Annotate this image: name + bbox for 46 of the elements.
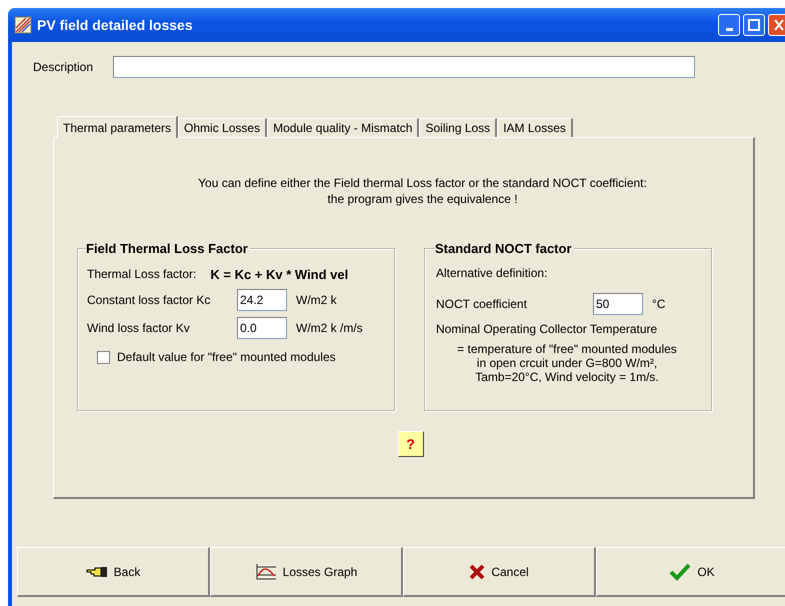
pointing-hand-icon	[86, 564, 108, 578]
back-button[interactable]: Back	[17, 547, 210, 597]
info-text: You can define either the Field thermal Loss factor or the standard NOCT coefficient:	[198, 175, 647, 191]
description-field[interactable]	[113, 56, 695, 78]
ok-button[interactable]: OK	[596, 547, 785, 597]
minimize-button[interactable]	[718, 14, 740, 36]
group-title: Field Thermal Loss Factor	[86, 241, 250, 256]
subtitle-text: Alternative definition:	[436, 266, 548, 280]
info-text: the program gives the equivalence !	[327, 191, 518, 207]
window-title: PV field detailed losses	[37, 17, 194, 33]
description-label: Description	[32, 60, 94, 74]
number-field[interactable]: 24.2	[237, 289, 287, 311]
unit-label: W/m2 k	[296, 293, 337, 307]
number-field[interactable]: 50	[593, 293, 643, 315]
field-label: NOCT coefficient	[436, 297, 528, 311]
maximize-button[interactable]	[743, 14, 765, 36]
cancel-button[interactable]: Cancel	[403, 547, 596, 597]
tab[interactable]: Thermal parameters	[57, 116, 178, 138]
unit-label: °C	[652, 297, 666, 311]
close-icon	[774, 19, 784, 31]
field-label: Constant loss factor Kc	[87, 293, 212, 307]
group-title: Standard NOCT factor	[435, 241, 574, 256]
app-icon	[14, 16, 32, 34]
check-mark-icon	[669, 562, 692, 580]
checkbox-label: Default value for "free" mounted modules	[117, 350, 336, 364]
note-text: = temperature of "free" mounted modules	[457, 342, 677, 356]
minimize-icon	[726, 28, 732, 30]
field-label: Wind loss factor Kv	[87, 321, 191, 335]
note-text: Tamb=20°C, Wind velocity = 1m/s.	[475, 370, 659, 384]
formula-label: Thermal Loss factor:	[87, 267, 196, 282]
checkbox[interactable]	[97, 350, 110, 364]
tab[interactable]: Module quality - Mismatch	[267, 118, 420, 137]
x-mark-icon	[469, 564, 486, 580]
tab[interactable]: Soiling Loss	[419, 118, 498, 137]
formula-text: K = Kc + Kv * Wind vel	[210, 267, 348, 282]
chart-icon	[254, 562, 277, 580]
maximize-icon	[748, 19, 760, 31]
tab[interactable]: IAM Losses	[497, 118, 573, 137]
caption-text: Nominal Operating Collector Temperature	[436, 322, 658, 336]
graph-button[interactable]: Losses Graph	[210, 547, 403, 597]
note-text: in open crcuit under G=800 W/m²,	[476, 356, 658, 370]
unit-label: W/m2 k /m/s	[296, 321, 363, 335]
close-button[interactable]	[768, 14, 785, 36]
help-button[interactable]: ?	[398, 431, 424, 457]
number-field[interactable]: 0.0	[237, 317, 287, 339]
tab[interactable]: Ohmic Losses	[178, 118, 268, 137]
